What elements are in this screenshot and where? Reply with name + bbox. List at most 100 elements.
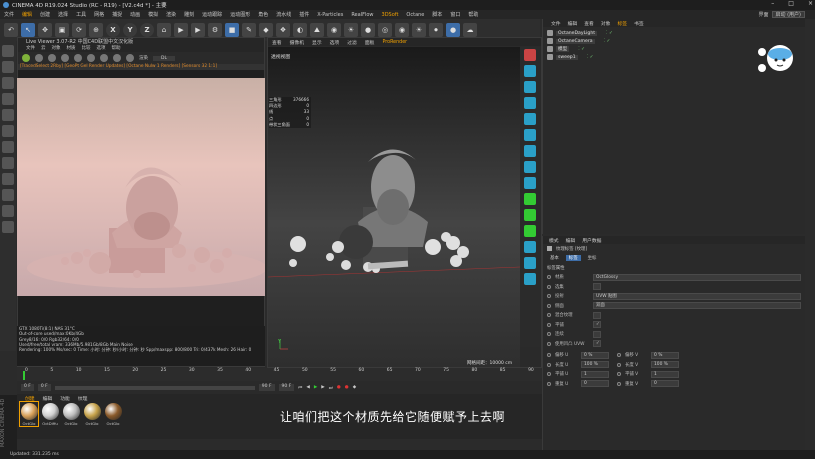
menu-item[interactable]: 编辑 — [22, 11, 32, 18]
model-mode-icon[interactable] — [2, 61, 14, 73]
attribute-field[interactable]: 1 — [651, 370, 679, 378]
live-viewer-menu-item[interactable]: 材质 — [67, 45, 76, 52]
attribute-field[interactable] — [593, 283, 601, 291]
attribute-radio[interactable] — [547, 313, 551, 318]
attribute-radio[interactable] — [547, 353, 551, 358]
points-mode-icon[interactable] — [2, 109, 14, 121]
record-key-icon[interactable]: ● — [337, 385, 341, 390]
layout-select[interactable]: 启动 (用户) — [771, 11, 805, 18]
attribute-field[interactable]: UVW 贴图 — [593, 292, 801, 300]
timeline[interactable]: 0 5 10 15 20 25 30 35 40 45 50 55 60 65 70 75 80 85 90 — [17, 368, 542, 381]
play-icon[interactable]: ▶ — [314, 385, 317, 390]
viewport-menu-item[interactable]: 显示 — [312, 39, 322, 46]
menu-item[interactable]: 雕刻 — [184, 11, 194, 18]
goto-start-icon[interactable]: ⏮ — [298, 385, 302, 391]
render-settings-icon[interactable]: ⚙ — [208, 23, 222, 37]
attribute-radio[interactable] — [547, 284, 551, 289]
attribute-radio[interactable] — [547, 303, 551, 308]
keyframe-icon[interactable]: ◆ — [353, 385, 356, 390]
menu-item[interactable]: 角色 — [258, 11, 268, 18]
select-tool-icon[interactable]: ↖ — [21, 23, 35, 37]
octane-settings-icon[interactable]: ◎ — [378, 23, 392, 37]
pause-icon[interactable] — [61, 54, 69, 62]
next-frame-icon[interactable]: ▶ — [321, 385, 324, 390]
y-axis-icon[interactable]: Y — [123, 23, 137, 37]
attribute-radio[interactable] — [547, 381, 551, 386]
viewport-menu-item[interactable]: 面板 — [365, 39, 375, 46]
autokey-icon[interactable]: ● — [345, 385, 349, 390]
menu-item[interactable]: 工具 — [76, 11, 86, 18]
record-icon[interactable]: ⏺ — [429, 23, 443, 37]
octane-mat-icon[interactable] — [524, 129, 536, 141]
octane-scatter-icon[interactable] — [524, 257, 536, 269]
solo-icon[interactable] — [2, 205, 14, 217]
octane-icon[interactable]: ● — [361, 23, 375, 37]
octane-camera-icon[interactable] — [524, 49, 536, 61]
visibility-dots[interactable]: ⁚ ✓ — [604, 39, 611, 44]
x-axis-icon[interactable]: X — [106, 23, 120, 37]
object-manager-menu-item[interactable]: 文件 — [551, 20, 561, 27]
octane-obj-icon[interactable] — [524, 97, 536, 109]
menu-item[interactable]: 插件 — [299, 11, 309, 18]
range-slider[interactable] — [54, 385, 255, 390]
octane-volume-icon[interactable] — [524, 273, 536, 285]
live-viewer-menu-item[interactable]: 比较 — [82, 45, 91, 52]
menu-item[interactable]: 流水线 — [276, 11, 291, 18]
axis-mode-icon[interactable] — [2, 157, 14, 169]
octane-light-icon[interactable] — [524, 81, 536, 93]
attribute-radio[interactable] — [547, 341, 551, 346]
paint-icon[interactable] — [2, 221, 14, 233]
object-manager-menu-item[interactable]: 编辑 — [568, 20, 578, 27]
menu-item[interactable]: 脚本 — [432, 11, 442, 18]
menu-item[interactable]: 动画 — [130, 11, 140, 18]
snap-icon[interactable] — [2, 173, 14, 185]
current-frame-field[interactable]: 0 F — [37, 384, 51, 391]
attribute-field[interactable]: 双面 — [593, 302, 801, 310]
attribute-radio[interactable] — [547, 372, 551, 377]
attribute-field[interactable]: 0 — [581, 380, 609, 388]
visibility-dots[interactable]: ⁚ ✓ — [606, 31, 613, 36]
menu-item[interactable]: 渲染 — [166, 11, 176, 18]
end-frame-field[interactable]: 90 F — [258, 384, 275, 391]
rotate-tool-icon[interactable]: ⟳ — [72, 23, 86, 37]
material-menu-item[interactable]: 创建 — [25, 395, 35, 402]
edges-mode-icon[interactable] — [2, 125, 14, 137]
menu-item[interactable]: 捕捉 — [112, 11, 122, 18]
pen-icon[interactable]: ✎ — [242, 23, 256, 37]
move-tool-icon[interactable]: ✥ — [38, 23, 52, 37]
attribute-radio[interactable] — [547, 275, 551, 280]
attribute-field[interactable]: OctGlossy — [593, 273, 801, 281]
restart-icon[interactable] — [35, 54, 43, 62]
attribute-radio[interactable] — [547, 322, 551, 327]
stop-icon[interactable] — [48, 54, 56, 62]
live-viewer-menu-item[interactable]: 选项 — [97, 45, 106, 52]
object-row[interactable]: OctaneDayLight ⁚ ✓ — [543, 29, 805, 37]
attribute-field[interactable]: 0 % — [581, 351, 609, 359]
menu-item[interactable]: 帮助 — [468, 11, 478, 18]
menu-item[interactable]: 网格 — [94, 11, 104, 18]
menu-item[interactable]: 运动跟踪 — [202, 11, 222, 18]
material-menu-item[interactable]: 编辑 — [43, 395, 53, 402]
attribute-field[interactable]: 0 — [651, 380, 679, 388]
menu-item[interactable]: RealFlow — [351, 12, 373, 18]
material-menu-item[interactable]: 功能 — [60, 395, 70, 402]
menu-item[interactable]: 运动图形 — [230, 11, 250, 18]
live-viewer-menu-item[interactable]: 文件 — [26, 45, 35, 52]
live-viewer-menu-item[interactable]: 帮助 — [112, 45, 121, 52]
attribute-tab[interactable]: 标签 — [565, 255, 581, 262]
make-editable-icon[interactable] — [2, 45, 14, 57]
attribute-field[interactable]: 100 % — [651, 361, 679, 369]
attribute-menu-item[interactable]: 编辑 — [566, 237, 576, 244]
material-menu-item[interactable]: 纹理 — [78, 395, 88, 402]
deformer-icon[interactable]: ◐ — [293, 23, 307, 37]
menu-item[interactable]: 3DSoft — [382, 12, 399, 18]
last-tool-icon[interactable]: ⊕ — [89, 23, 103, 37]
scale-tool-icon[interactable]: ▣ — [55, 23, 69, 37]
subdivision-icon[interactable]: ◆ — [259, 23, 273, 37]
octane-texture-icon[interactable] — [524, 161, 536, 173]
object-name[interactable]: 模型 — [556, 46, 570, 52]
z-axis-icon[interactable]: Z — [140, 23, 154, 37]
attribute-field[interactable] — [593, 330, 601, 338]
menu-item[interactable]: 创建 — [40, 11, 50, 18]
material-swatch[interactable]: OctGlo — [19, 401, 39, 427]
